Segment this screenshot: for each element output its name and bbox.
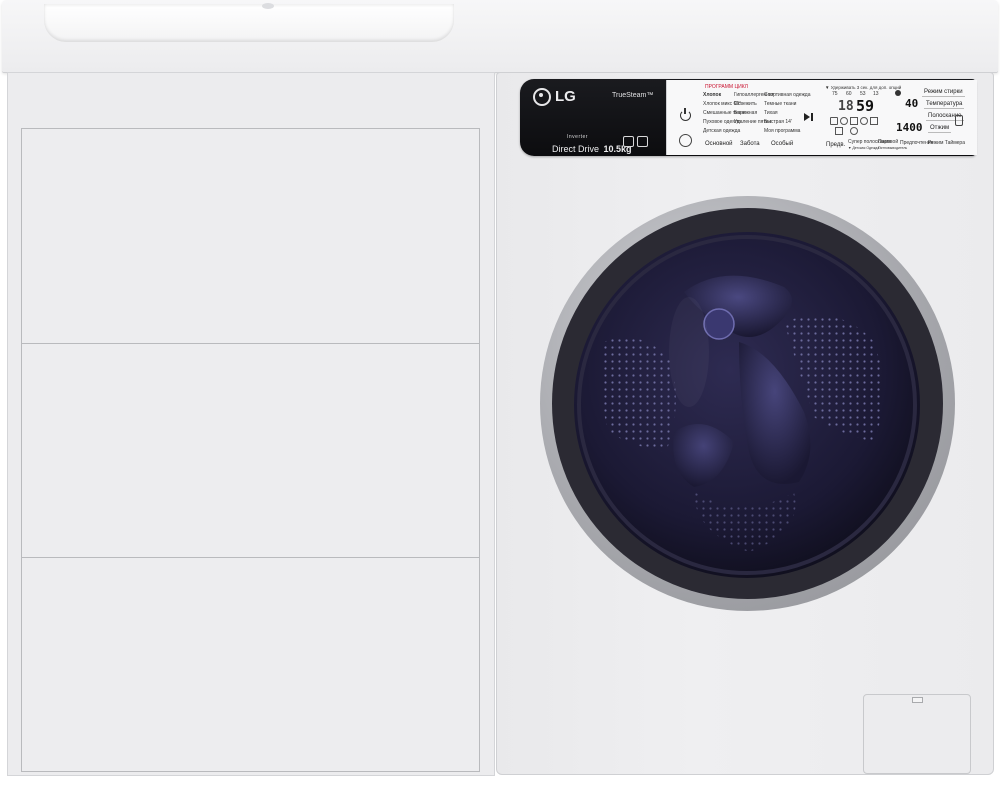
program-delicate[interactable]: Бережная	[734, 111, 757, 116]
program-top-label: ПРОГРАММ ЦИКЛ	[705, 84, 748, 90]
program-dark[interactable]: Темные ткани	[764, 102, 796, 107]
option-prewash[interactable]: Предв.	[826, 142, 845, 148]
sink-basin	[44, 4, 454, 42]
filter-cover[interactable]	[863, 694, 971, 774]
option-steam-sub: Пятновыводитель	[878, 146, 908, 150]
drawer-middle[interactable]	[21, 343, 480, 558]
drawer-bottom[interactable]	[21, 557, 480, 772]
group-basic: Основной	[705, 141, 733, 147]
display-spin: 1400	[896, 121, 923, 134]
wifi-icon	[955, 115, 963, 126]
brand-logo-text: LG	[555, 88, 576, 105]
display-status-icons	[830, 117, 880, 135]
option-spin[interactable]: Отжим	[928, 124, 952, 133]
option-steam[interactable]: Паровой	[878, 140, 898, 145]
option-timer[interactable]: Режим Таймера	[928, 141, 965, 146]
display-small-1: 75	[832, 91, 838, 97]
direct-drive-label: Direct Drive	[552, 144, 600, 154]
program-quick[interactable]: Быстрая 14'	[764, 120, 792, 125]
option-wash-mode[interactable]: Режим стирки	[922, 88, 965, 97]
tub-clean-icon	[623, 136, 634, 147]
display-time-hours: 18	[838, 99, 854, 114]
start-pause-bar-icon	[811, 113, 813, 121]
wash-mode-icon	[895, 90, 901, 96]
group-care: Забота	[740, 141, 760, 147]
group-special: Особый	[771, 141, 794, 147]
power-icon[interactable]	[680, 108, 691, 121]
program-sportswear[interactable]: Спортивная одежда	[764, 93, 811, 98]
truesteam-label: TrueSteam™	[612, 92, 654, 99]
program-baby-care[interactable]: Детская одежда	[703, 129, 740, 134]
program-cotton[interactable]: Хлопок	[703, 93, 721, 98]
display-time-minutes: 59	[856, 97, 875, 115]
program-my[interactable]: Моя программа	[764, 129, 800, 134]
option-temperature[interactable]: Температура	[924, 100, 965, 109]
display-hint: ▼ Удерживать 3 сек. для доп. опций	[825, 85, 902, 90]
faucet-hole	[262, 3, 274, 9]
option-super-rinse-sub: ▼ Детская Одежда	[848, 146, 880, 150]
lg-logo-icon	[533, 88, 551, 106]
start-pause-icon[interactable]	[804, 113, 810, 121]
steam-badge-icon	[637, 136, 648, 147]
display-small-2: 60	[846, 91, 852, 97]
filter-cover-notch[interactable]	[912, 697, 923, 703]
display-temperature: 40	[905, 97, 919, 110]
drawer-top[interactable]	[21, 128, 480, 344]
drum-interior	[577, 235, 917, 575]
program-refresh[interactable]: Освежить	[734, 102, 757, 107]
smart-diagnosis-icon	[679, 134, 692, 147]
program-quiet[interactable]: Тихая	[764, 111, 778, 116]
direct-drive-row: Direct Drive 10.5kg	[552, 139, 632, 157]
